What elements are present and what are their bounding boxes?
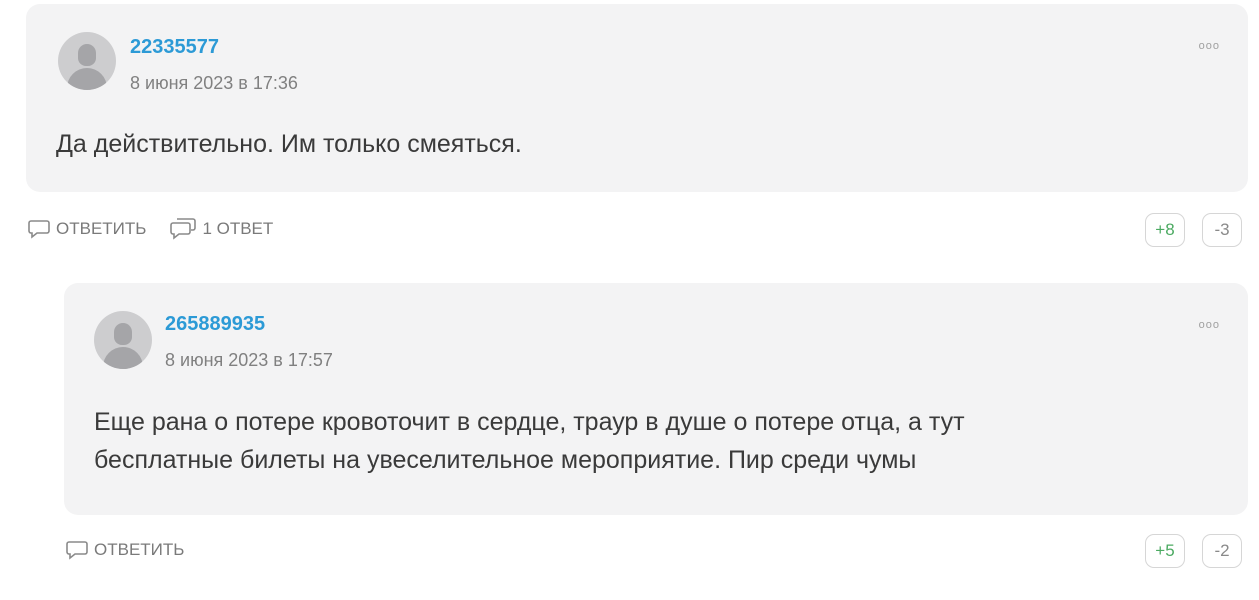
avatar[interactable] [58,32,116,90]
more-options-icon[interactable]: ooo [1199,40,1220,52]
user-placeholder-icon-body [103,347,143,369]
comment-text-line: Еще рана о потере кровоточит в сердце, т… [94,408,965,436]
downvote-button[interactable]: -3 [1202,213,1242,247]
reply-button[interactable]: ОТВЕТИТЬ [66,540,184,560]
comment-text: Еще рана о потере кровоточит в сердце, т… [94,403,1214,479]
user-placeholder-icon-head [114,323,132,345]
comment-actions: ОТВЕТИТЬ 1 ОТВЕТ [28,218,297,240]
comment-date: 8 июня 2023 в 17:36 [130,73,298,93]
author-name[interactable]: 265889935 [165,313,265,336]
comment-date: 8 июня 2023 в 17:57 [165,350,333,370]
comment-card: 22335577 8 июня 2023 в 17:36 ooo Да дейс… [26,4,1248,192]
reply-label: ОТВЕТИТЬ [56,219,147,238]
downvote-button[interactable]: -2 [1202,534,1242,568]
reply-comment-card: 265889935 8 июня 2023 в 17:57 ooo Еще ра… [64,283,1248,515]
author-name[interactable]: 22335577 [130,36,219,59]
replies-count-label: 1 ОТВЕТ [202,219,274,238]
user-placeholder-icon-head [78,44,96,66]
more-options-icon[interactable]: ooo [1199,319,1220,331]
upvote-button[interactable]: +8 [1145,213,1185,247]
replies-button[interactable]: 1 ОТВЕТ [170,218,273,240]
comment-text-line: бесплатные билеты на увеселительное меро… [94,446,917,474]
comment-actions: ОТВЕТИТЬ [66,540,208,560]
user-placeholder-icon-body [67,68,107,90]
double-speech-bubble-icon [170,218,197,240]
comment-text: Да действительно. Им только смеяться. [56,130,522,158]
reply-button[interactable]: ОТВЕТИТЬ [28,219,146,239]
speech-bubble-icon [66,541,88,560]
speech-bubble-icon [28,220,50,239]
avatar[interactable] [94,311,152,369]
reply-label: ОТВЕТИТЬ [94,540,185,559]
upvote-button[interactable]: +5 [1145,534,1185,568]
